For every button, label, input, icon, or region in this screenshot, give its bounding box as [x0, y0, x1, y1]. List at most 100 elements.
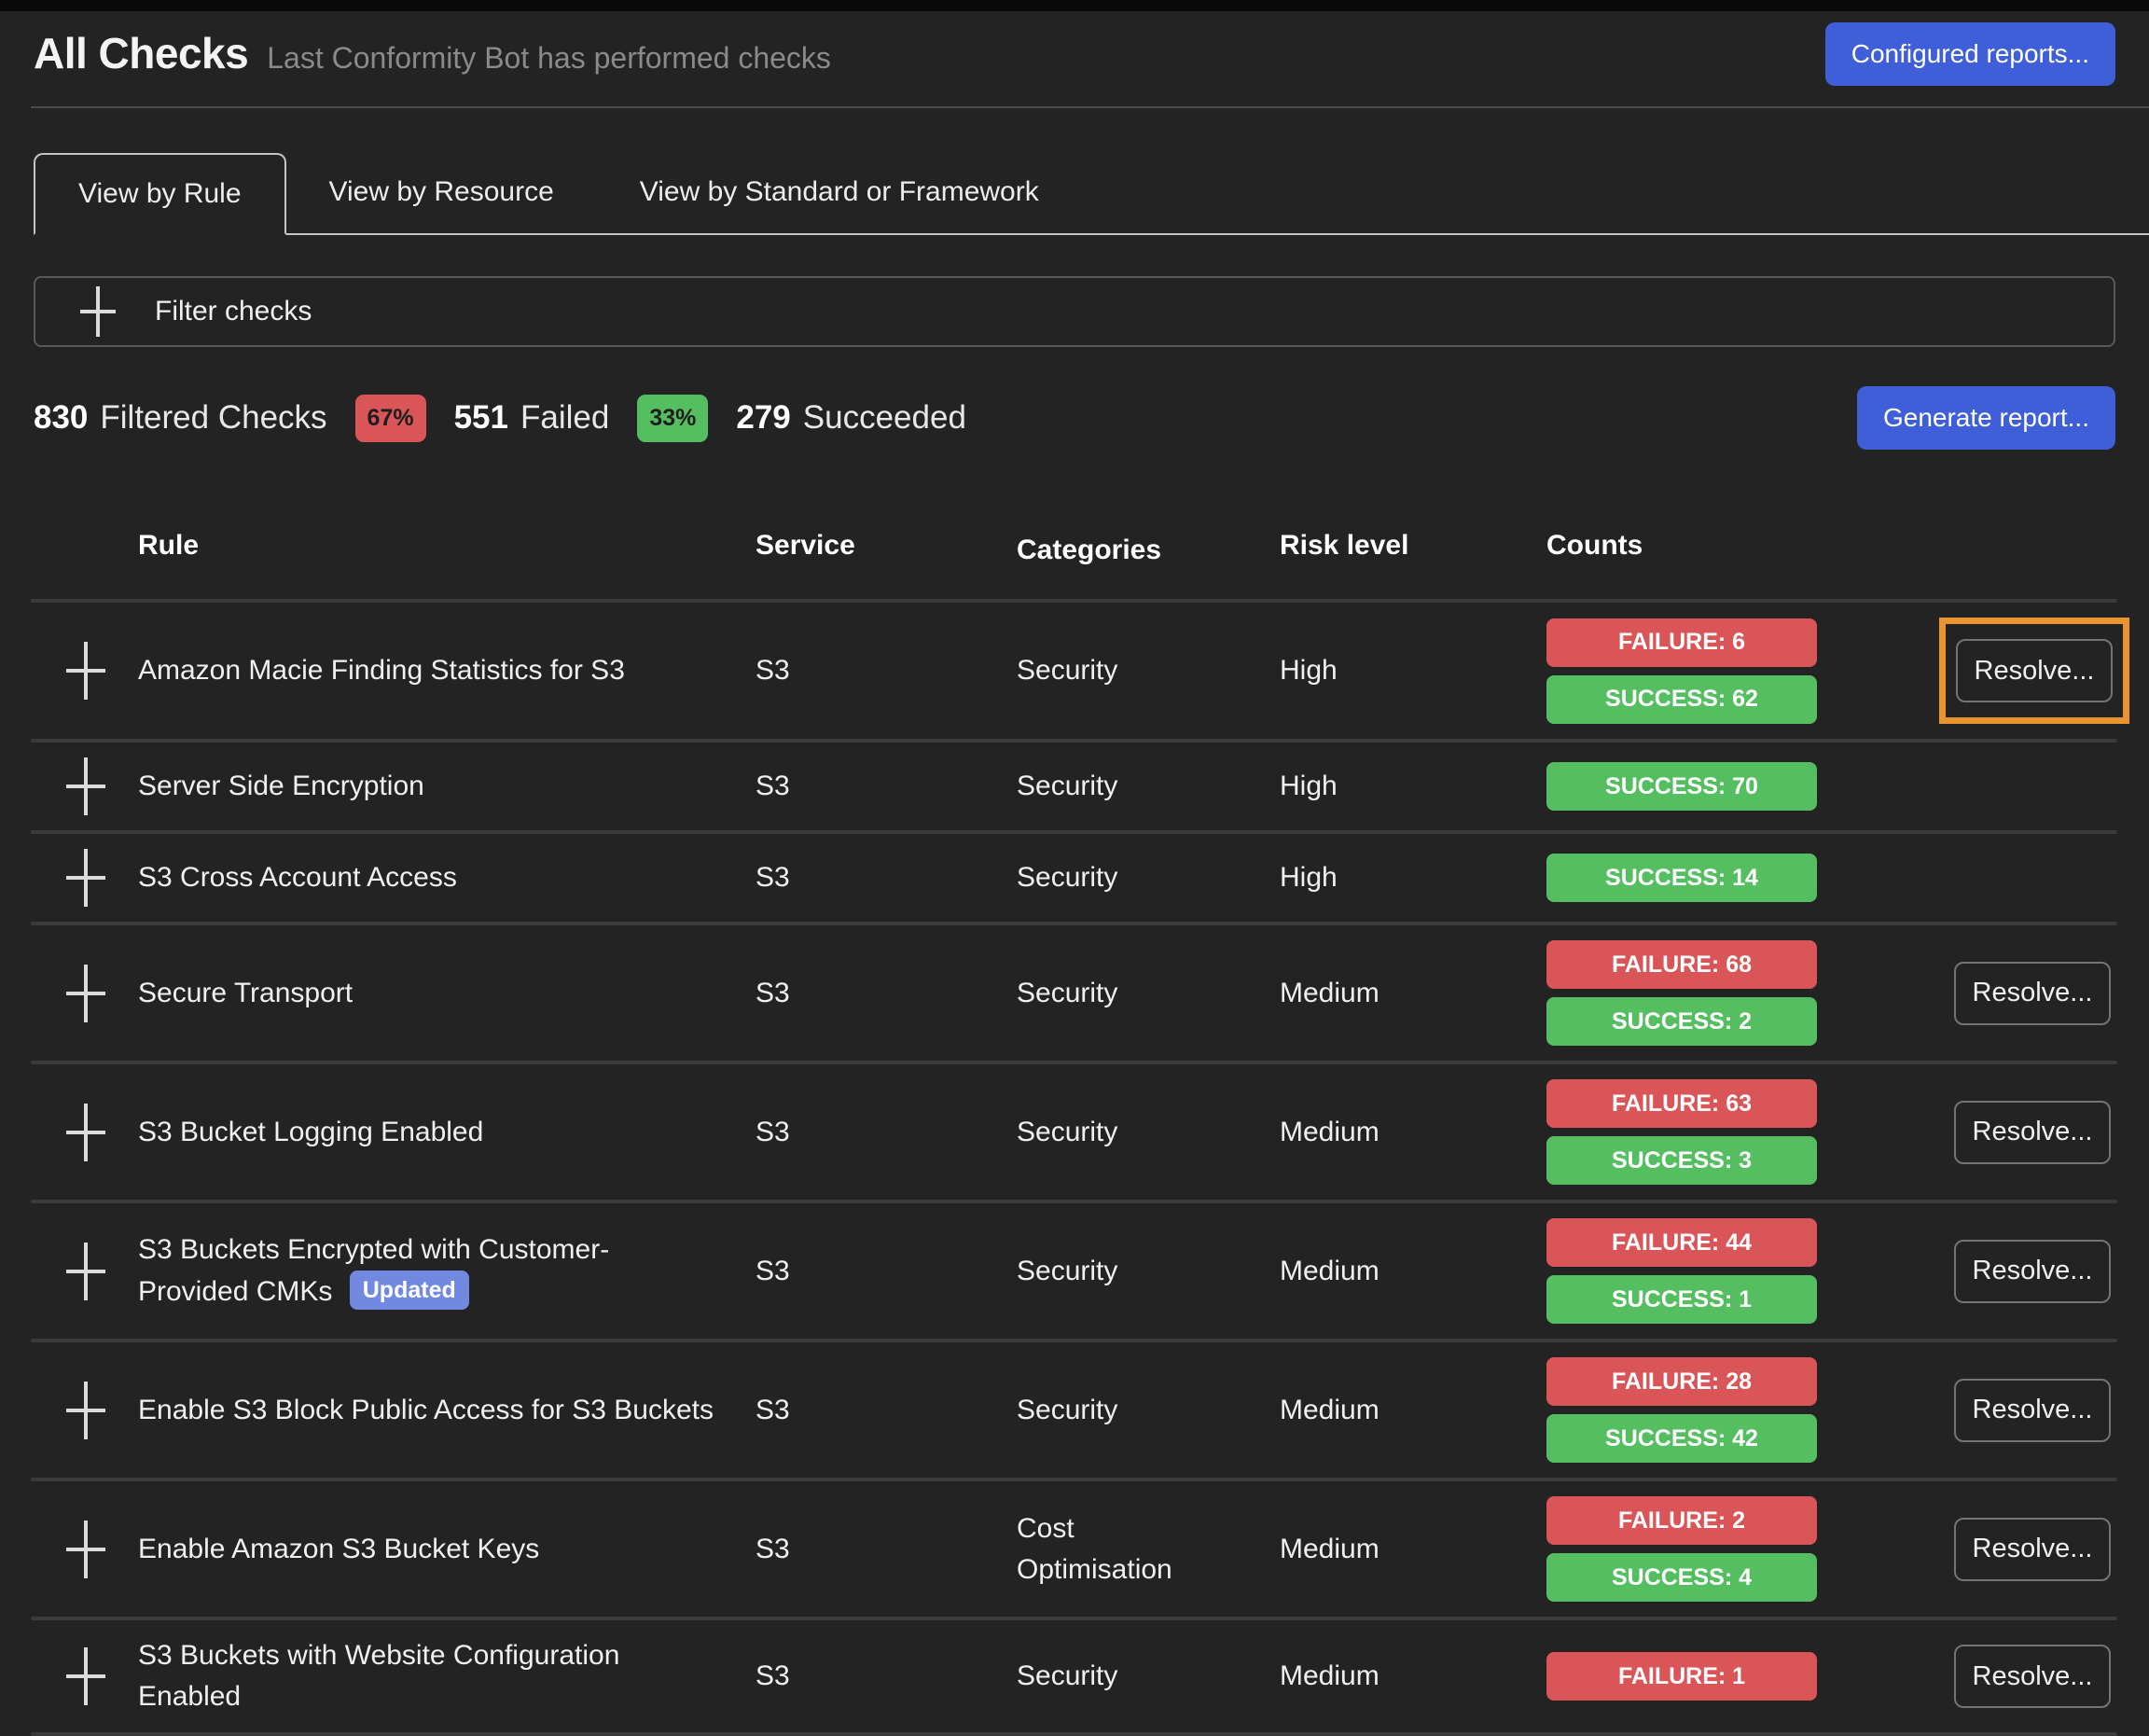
table-rows: Amazon Macie Finding Statistics for S3 S3… — [34, 603, 2115, 1736]
counts-cell: FAILURE: 68SUCCESS: 2 — [1546, 940, 1817, 1046]
categories-cell: Security — [1017, 1251, 1280, 1292]
column-header-service: Service — [756, 530, 1017, 571]
action-cell: Resolve... — [1817, 1645, 2115, 1708]
failed-percentage-badge: 67% — [355, 395, 426, 442]
table-header-row: Rule Service Categories Risk level Count… — [34, 509, 2115, 599]
page-subtitle: Last Conformity Bot has performed checks — [267, 41, 831, 76]
filtered-checks-stat: 830Filtered Checks — [34, 399, 327, 437]
categories-cell: Cost Optimisation — [1017, 1508, 1280, 1590]
expand-plus-icon[interactable] — [66, 757, 105, 815]
tab-view-by-rule[interactable]: View by Rule — [34, 153, 286, 235]
categories-cell: Security — [1017, 1390, 1280, 1431]
success-count-badge: SUCCESS: 14 — [1546, 854, 1817, 902]
categories-cell: Security — [1017, 650, 1280, 691]
service-cell: S3 — [756, 978, 1017, 1009]
generate-report-button[interactable]: Generate report... — [1857, 386, 2115, 450]
expand-cell — [34, 642, 138, 700]
top-strip — [0, 0, 2149, 11]
table-row: Secure TransportS3SecurityMediumFAILURE:… — [34, 925, 2115, 1061]
failure-count-badge: FAILURE: 2 — [1546, 1496, 1817, 1545]
rule-name: Enable S3 Block Public Access for S3 Buc… — [138, 1395, 714, 1425]
table-row: S3 Buckets with Website Configuration En… — [34, 1620, 2115, 1732]
rule-name: Secure Transport — [138, 978, 353, 1008]
column-header-action — [1817, 530, 2115, 571]
rule-name: Amazon Macie Finding Statistics for S3 — [138, 655, 625, 686]
expand-cell — [34, 965, 138, 1022]
resolve-button[interactable]: Resolve... — [1954, 1240, 2111, 1303]
plus-icon — [80, 286, 116, 337]
service-cell: S3 — [756, 1395, 1017, 1426]
column-header-expand — [34, 530, 138, 571]
counts-cell: FAILURE: 6SUCCESS: 62 — [1546, 618, 1817, 724]
rule-cell: Enable S3 Block Public Access for S3 Buc… — [138, 1390, 756, 1431]
failed-stat: 551Failed — [454, 399, 610, 437]
rule-name: Server Side Encryption — [138, 771, 424, 801]
resolve-button[interactable]: Resolve... — [1954, 962, 2111, 1025]
success-count-badge: SUCCESS: 62 — [1546, 675, 1817, 724]
rule-cell: Enable Amazon S3 Bucket Keys — [138, 1529, 756, 1570]
expand-plus-icon[interactable] — [66, 642, 105, 700]
success-count-badge: SUCCESS: 70 — [1546, 762, 1817, 811]
service-cell: S3 — [756, 771, 1017, 802]
tab-view-by-resource[interactable]: View by Resource — [286, 151, 597, 233]
success-count-badge: SUCCESS: 4 — [1546, 1553, 1817, 1602]
table-row: Amazon Macie Finding Statistics for S3S3… — [34, 603, 2115, 739]
rule-name: S3 Buckets with Website Configuration En… — [138, 1640, 619, 1712]
succeeded-percentage-badge: 33% — [637, 395, 708, 442]
checks-table: Rule Service Categories Risk level Count… — [34, 509, 2115, 1736]
expand-plus-icon[interactable] — [66, 1104, 105, 1161]
updated-badge: Updated — [350, 1271, 469, 1310]
column-header-rule: Rule — [138, 530, 756, 571]
rule-cell: S3 Bucket Logging Enabled — [138, 1112, 756, 1153]
categories-cell: Security — [1017, 766, 1280, 807]
all-checks-page: All Checks Last Conformity Bot has perfo… — [0, 11, 2149, 1736]
counts-cell: FAILURE: 63SUCCESS: 3 — [1546, 1079, 1817, 1185]
expand-plus-icon[interactable] — [66, 965, 105, 1022]
action-cell: Resolve... — [1817, 1379, 2115, 1442]
configured-reports-button[interactable]: Configured reports... — [1825, 22, 2115, 86]
table-row: Enable Amazon S3 Bucket Keys S3Cost Optim… — [34, 1481, 2115, 1617]
expand-plus-icon[interactable] — [66, 849, 105, 907]
expand-plus-icon[interactable] — [66, 1521, 105, 1578]
rule-cell: S3 Cross Account Access — [138, 857, 756, 898]
risk-level-cell: Medium — [1280, 1117, 1546, 1148]
expand-cell — [34, 1382, 138, 1439]
table-row: Enable S3 Block Public Access for S3 Buc… — [34, 1342, 2115, 1478]
rule-cell: Server Side Encryption — [138, 766, 756, 807]
success-count-badge: SUCCESS: 1 — [1546, 1275, 1817, 1324]
table-row: S3 Cross Account AccessS3SecurityHighSUC… — [34, 834, 2115, 922]
expand-cell — [34, 1243, 138, 1300]
tab-view-by-standard-or-framework[interactable]: View by Standard or Framework — [597, 151, 1082, 233]
action-cell: Resolve... — [1817, 1101, 2115, 1164]
failure-count-badge: FAILURE: 68 — [1546, 940, 1817, 989]
expand-plus-icon[interactable] — [66, 1647, 105, 1705]
view-tabs: View by Rule View by Resource View by St… — [34, 151, 2149, 235]
counts-cell: FAILURE: 1 — [1546, 1652, 1817, 1701]
service-cell: S3 — [756, 1256, 1017, 1287]
filtered-count: 830 — [34, 399, 88, 436]
counts-cell: FAILURE: 28SUCCESS: 42 — [1546, 1357, 1817, 1463]
rule-name: S3 Cross Account Access — [138, 862, 457, 893]
expand-plus-icon[interactable] — [66, 1243, 105, 1300]
risk-level-cell: High — [1280, 655, 1546, 687]
expand-cell — [34, 757, 138, 815]
risk-level-cell: High — [1280, 862, 1546, 894]
resolve-button[interactable]: Resolve... — [1954, 1101, 2111, 1164]
service-cell: S3 — [756, 1534, 1017, 1565]
failed-count: 551 — [454, 399, 508, 436]
failure-count-badge: FAILURE: 63 — [1546, 1079, 1817, 1128]
resolve-button[interactable]: Resolve... — [1954, 1645, 2111, 1708]
filter-checks-bar[interactable]: Filter checks — [34, 276, 2115, 347]
table-row: Server Side EncryptionS3SecurityHighSUCC… — [34, 743, 2115, 830]
resolve-button[interactable]: Resolve... — [1954, 1379, 2111, 1442]
resolve-button[interactable]: Resolve... — [1954, 1518, 2111, 1581]
action-cell: Resolve... — [1817, 618, 2115, 724]
rule-name: Enable Amazon S3 Bucket Keys — [138, 1534, 539, 1564]
categories-cell: Security — [1017, 1112, 1280, 1153]
filter-checks-label: Filter checks — [155, 296, 312, 327]
expand-cell — [34, 1647, 138, 1705]
resolve-button[interactable]: Resolve... — [1956, 639, 2113, 702]
expand-plus-icon[interactable] — [66, 1382, 105, 1439]
column-header-counts: Counts — [1546, 530, 1817, 571]
risk-level-cell: Medium — [1280, 1534, 1546, 1565]
